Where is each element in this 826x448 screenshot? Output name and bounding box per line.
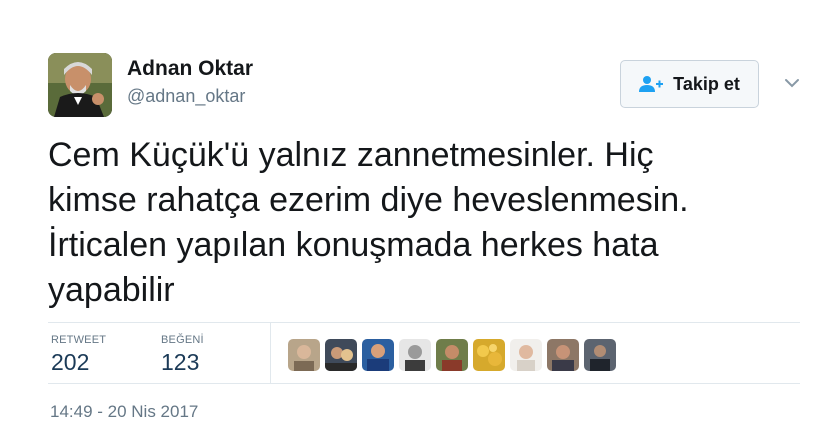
liker-avatar[interactable] (547, 339, 579, 371)
tweet-text-line: yapabilir (48, 271, 175, 309)
add-user-icon (639, 75, 664, 93)
liker-avatars (288, 339, 616, 371)
liker-avatar[interactable] (473, 339, 505, 371)
tweet-text-line: kimse rahatça ezerim diye heveslenmesin. (48, 181, 689, 219)
liker-avatar[interactable] (325, 339, 357, 371)
retweet-stat[interactable]: RETWEET 202 (51, 334, 106, 376)
like-count: 123 (161, 349, 200, 375)
liker-avatar[interactable] (510, 339, 542, 371)
user-avatar[interactable] (48, 53, 112, 117)
tweet-text: Cem Küçük'ü yalnız zannetmesinler. Hiç k… (48, 133, 788, 313)
stats-divider (270, 323, 271, 383)
liker-avatar[interactable] (584, 339, 616, 371)
chevron-down-icon[interactable] (782, 73, 802, 93)
retweet-count: 202 (51, 349, 90, 375)
user-display-name[interactable]: Adnan Oktar (127, 57, 253, 81)
tweet-timestamp[interactable]: 14:49 - 20 Nis 2017 (50, 402, 198, 422)
follow-button-label: Takip et (673, 73, 740, 94)
liker-avatar[interactable] (362, 339, 394, 371)
user-handle[interactable]: @adnan_oktar (127, 86, 245, 107)
like-label: BEĞENİ (161, 334, 204, 346)
tweet-stats: RETWEET 202 BEĞENİ 123 (48, 322, 800, 384)
liker-avatar[interactable] (399, 339, 431, 371)
tweet-text-line: Cem Küçük'ü yalnız zannetmesinler. Hiç (48, 136, 654, 174)
like-stat[interactable]: BEĞENİ 123 (161, 334, 204, 376)
liker-avatar[interactable] (288, 339, 320, 371)
liker-avatar[interactable] (436, 339, 468, 371)
tweet-text-line: İrticalen yapılan konuşmada herkes hata (48, 226, 659, 264)
tweet-card: Adnan Oktar @adnan_oktar Takip et Cem Kü… (0, 0, 826, 448)
tweet-header: Adnan Oktar @adnan_oktar Takip et (48, 50, 808, 120)
retweet-label: RETWEET (51, 334, 107, 346)
follow-button[interactable]: Takip et (620, 60, 759, 108)
